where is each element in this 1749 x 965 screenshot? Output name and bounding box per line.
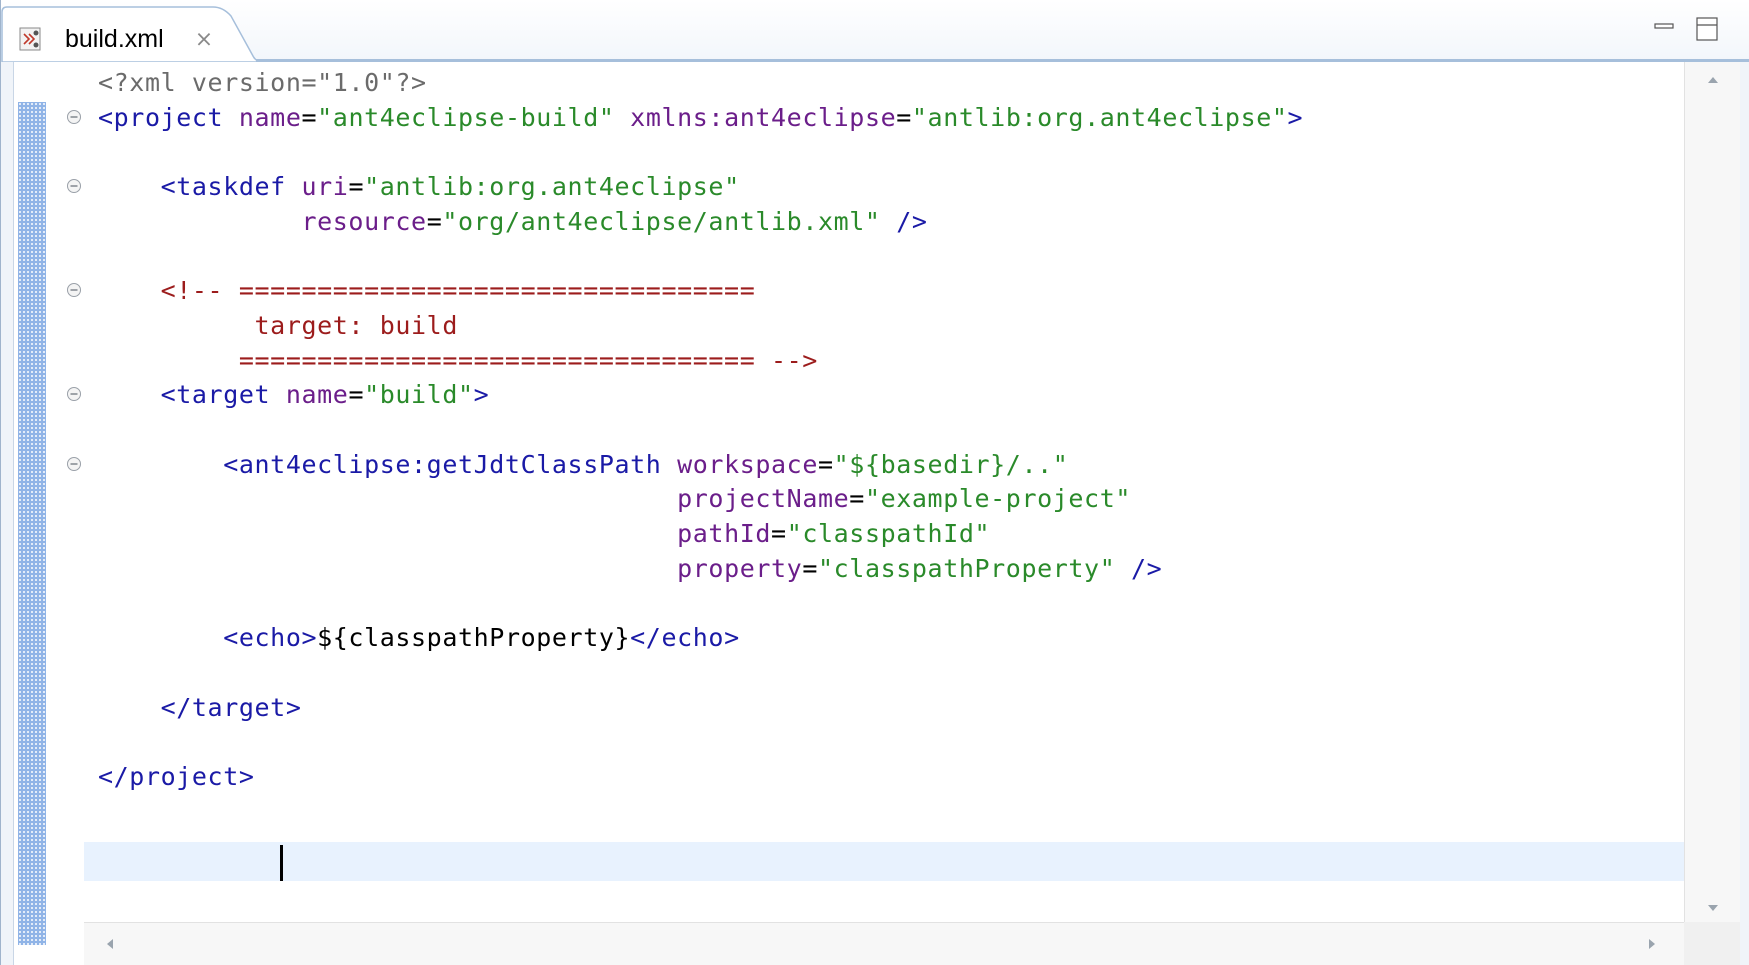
code-token: =	[849, 484, 865, 514]
code-token: =	[348, 380, 365, 410]
code-token: name	[238, 102, 302, 132]
fold-collapse-icon[interactable]	[66, 282, 82, 298]
code-token: projectName	[677, 484, 850, 514]
fold-collapse-icon[interactable]	[66, 456, 82, 472]
code-line[interactable]: <taskdef uri="antlib:org.ant4eclipse"	[98, 168, 740, 206]
code-token: <ant4eclipse:getJdtClassPath	[98, 449, 678, 479]
code-token: "${basedir}/.."	[833, 449, 1069, 479]
code-token: </echo>	[630, 623, 740, 653]
code-token: ${classpathProperty}	[317, 623, 631, 653]
code-token: pathId	[677, 519, 772, 549]
code-token: <target	[98, 380, 286, 410]
code-line[interactable]: ================================= -->	[98, 342, 818, 380]
fold-collapse-icon[interactable]	[66, 109, 82, 125]
code-line[interactable]: <ant4eclipse:getJdtClassPath workspace="…	[98, 446, 1068, 484]
code-line[interactable]: </target>	[98, 689, 301, 727]
fold-collapse-icon[interactable]	[66, 386, 82, 402]
code-area[interactable]: <?xml version="1.0"?> <project name="ant4…	[84, 62, 1684, 922]
code-token: <!-- =================================	[98, 276, 756, 306]
code-token: >	[473, 380, 490, 410]
code-token: =	[817, 449, 834, 479]
code-token: =	[426, 206, 443, 236]
code-token: resource	[301, 206, 427, 236]
code-token: =	[771, 519, 787, 549]
code-token: <?xml version="1.0"?>	[98, 68, 427, 97]
code-line[interactable]: <echo>${classpathProperty}</echo>	[98, 619, 740, 657]
tab-bar: build.xml ⨯	[1, 0, 1749, 62]
fold-collapse-icon[interactable]	[66, 178, 82, 194]
code-token: />	[1115, 553, 1163, 583]
text-cursor	[280, 845, 283, 881]
scrollbar-corner	[1684, 922, 1740, 965]
code-token: <taskdef	[98, 172, 302, 202]
scroll-down-arrow-icon[interactable]	[1705, 900, 1721, 916]
code-token: target: build	[98, 310, 458, 340]
scroll-up-arrow-icon[interactable]	[1705, 72, 1721, 88]
code-token: "classpathId"	[786, 519, 991, 549]
code-token: =	[301, 102, 318, 132]
code-line[interactable]: <project name="ant4eclipse-build" xmlns:…	[98, 99, 1303, 137]
code-line[interactable]: pathId="classpathId"	[98, 515, 990, 553]
maximize-icon[interactable]	[1695, 16, 1719, 42]
code-token: </project>	[98, 762, 255, 791]
code-token: "classpathProperty"	[817, 553, 1116, 583]
xml-editor[interactable]: <?xml version="1.0"?> <project name="ant4…	[13, 62, 1740, 965]
code-token: =	[896, 102, 912, 132]
code-line[interactable]: resource="org/ant4eclipse/antlib.xml" />	[98, 203, 928, 241]
scroll-left-arrow-icon[interactable]	[102, 936, 118, 952]
code-token: "example-project"	[864, 484, 1132, 514]
code-token: </target>	[98, 692, 302, 722]
code-token: name	[285, 380, 349, 410]
code-token: xmlns:ant4eclipse	[630, 102, 897, 132]
code-token: <echo>	[98, 623, 318, 653]
code-token: <project	[98, 102, 239, 132]
code-line[interactable]: <target name="build">	[98, 376, 489, 414]
code-token: property	[677, 553, 803, 583]
code-line[interactable]: </project>	[98, 758, 255, 796]
overview-ruler[interactable]	[18, 102, 46, 945]
code-line[interactable]: <!-- =================================	[98, 272, 755, 310]
scroll-right-arrow-icon[interactable]	[1644, 936, 1660, 952]
code-token: uri	[301, 172, 349, 202]
code-token: =	[802, 553, 818, 583]
tab-label: build.xml	[65, 25, 164, 53]
close-icon[interactable]: ⨯	[191, 26, 217, 52]
code-token: >	[1287, 102, 1304, 132]
vertical-scrollbar[interactable]	[1684, 62, 1740, 922]
code-token: "org/ant4eclipse/antlib.xml"	[442, 206, 881, 236]
code-line[interactable]: target: build	[98, 307, 458, 345]
code-token: "ant4eclipse-build"	[317, 102, 615, 132]
horizontal-scrollbar[interactable]	[84, 922, 1684, 965]
ant-file-icon	[17, 26, 43, 52]
code-token: "build"	[364, 380, 474, 410]
code-token: ================================= -->	[98, 345, 818, 375]
code-line[interactable]: <?xml version="1.0"?>	[98, 64, 427, 102]
minimize-icon[interactable]	[1653, 16, 1675, 38]
code-line[interactable]: property="classpathProperty" />	[98, 550, 1162, 588]
code-token: workspace	[677, 449, 818, 479]
code-token: "antlib:org.ant4eclipse"	[364, 172, 740, 202]
editor-window: build.xml ⨯ <?xml version="1.0"?> <projec…	[0, 0, 1749, 965]
code-line[interactable]: projectName="example-project"	[98, 480, 1131, 518]
code-token: "antlib:org.ant4eclipse"	[911, 102, 1288, 132]
code-token: />	[880, 206, 928, 236]
tab-build-xml[interactable]: build.xml ⨯	[1, 6, 263, 62]
code-token: =	[348, 172, 365, 202]
